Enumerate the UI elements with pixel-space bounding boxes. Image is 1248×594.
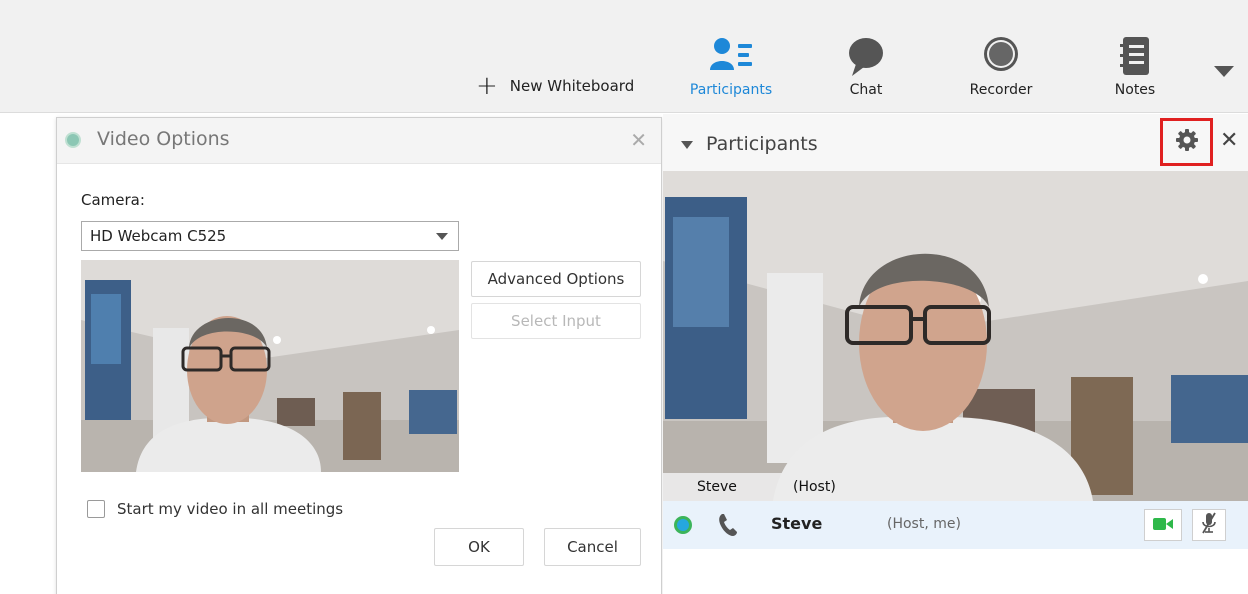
camera-preview (81, 260, 459, 472)
cancel-button[interactable]: Cancel (544, 528, 641, 566)
dialog-close-icon[interactable]: ✕ (630, 128, 647, 152)
select-input-button[interactable]: Select Input (471, 303, 641, 339)
start-video-checkbox[interactable] (87, 500, 105, 518)
video-options-dialog: Video Options ✕ Camera: HD Webcam C525 A… (56, 117, 662, 594)
muted-mic-icon (1201, 512, 1217, 538)
recorder-icon (951, 36, 1051, 82)
dialog-title: Video Options (97, 128, 230, 150)
mute-toggle-button[interactable] (1192, 509, 1226, 541)
tab-participants-label: Participants (689, 82, 773, 98)
new-whiteboard-button[interactable]: + New Whiteboard (476, 71, 635, 101)
participant-name: Steve (771, 514, 823, 533)
participants-header: Participants ✕ (663, 114, 1248, 171)
tab-notes[interactable]: Notes (1085, 36, 1185, 98)
video-camera-icon (1153, 516, 1173, 535)
participants-title: Participants (706, 133, 818, 155)
tab-recorder[interactable]: Recorder (951, 36, 1051, 98)
camera-select-value: HD Webcam C525 (90, 227, 227, 245)
video-participant-role: (Host) (793, 479, 836, 495)
start-video-option[interactable]: Start my video in all meetings (87, 500, 343, 518)
participant-video (663, 171, 1248, 501)
chevron-down-icon (436, 233, 448, 240)
advanced-options-button[interactable]: Advanced Options (471, 261, 641, 297)
tab-recorder-label: Recorder (969, 82, 1033, 98)
notes-icon (1085, 36, 1185, 82)
video-participant-name: Steve (697, 479, 737, 495)
tab-chat[interactable]: Chat (816, 36, 916, 98)
top-toolbar: + New Whiteboard Participants Chat Recor… (0, 0, 1248, 113)
tab-participants[interactable]: Participants (681, 36, 781, 98)
participants-settings-button[interactable] (1160, 118, 1213, 166)
dialog-header: Video Options ✕ (57, 118, 661, 164)
camera-label: Camera: (81, 191, 145, 209)
new-whiteboard-label: New Whiteboard (509, 77, 635, 95)
participant-row[interactable]: Steve (Host, me) (663, 501, 1248, 549)
tab-notes-label: Notes (1114, 82, 1156, 98)
app-status-icon (674, 516, 692, 534)
chat-icon (816, 36, 916, 82)
panel-close-icon[interactable]: ✕ (1220, 128, 1238, 153)
video-name-overlay: Steve (Host) (663, 473, 847, 501)
participant-role: (Host, me) (887, 516, 961, 532)
collapse-triangle-icon[interactable] (681, 141, 693, 149)
phone-icon (717, 512, 739, 542)
participants-icon (681, 36, 781, 82)
camera-select[interactable]: HD Webcam C525 (81, 221, 459, 251)
more-menu-arrow-icon[interactable] (1214, 66, 1234, 77)
ok-button[interactable]: OK (434, 528, 524, 566)
gear-icon (1175, 128, 1199, 156)
start-video-label: Start my video in all meetings (117, 500, 344, 518)
plus-icon: + (476, 71, 498, 101)
participants-panel: Participants ✕ Steve (Host) Steve (Host,… (663, 114, 1248, 594)
app-logo-icon (65, 132, 81, 148)
video-toggle-button[interactable] (1144, 509, 1182, 541)
tab-chat-label: Chat (849, 82, 883, 98)
